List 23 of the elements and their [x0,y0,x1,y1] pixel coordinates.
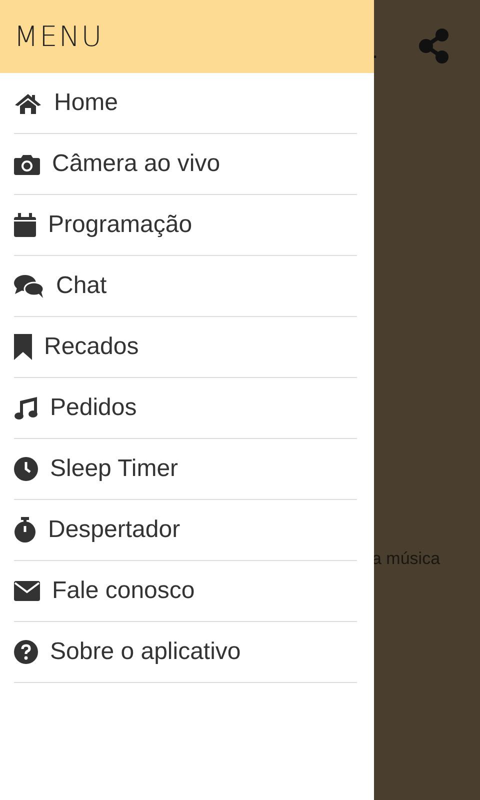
menu-item[interactable]: Pedidos [14,394,137,422]
envelope-icon [14,581,40,601]
menu-item[interactable]: Despertador [14,516,180,544]
menu-item[interactable]: Home [14,89,118,117]
menu-item[interactable]: Fale conosco [14,577,195,605]
help-icon [14,640,38,664]
chat-icon [14,274,44,298]
calendar-icon [14,213,36,237]
house-icon [14,92,42,114]
stopwatch-icon [14,517,36,543]
app-title: . [372,38,378,64]
clock-icon [14,457,38,481]
music-note-icon [14,396,38,420]
camera-icon [14,153,40,175]
menu-item[interactable]: Câmera ao vivo [14,150,220,178]
drawer-title: MENU [14,20,104,53]
menu-item[interactable]: Programação [14,211,192,239]
menu-item[interactable]: Sleep Timer [14,455,178,483]
share-icon[interactable] [418,28,450,64]
bookmark-icon [14,334,32,360]
menu-item[interactable]: Sobre o aplicativo [14,638,241,666]
menu-item[interactable]: Chat [14,272,107,300]
menu-item[interactable]: Recados [14,333,139,361]
